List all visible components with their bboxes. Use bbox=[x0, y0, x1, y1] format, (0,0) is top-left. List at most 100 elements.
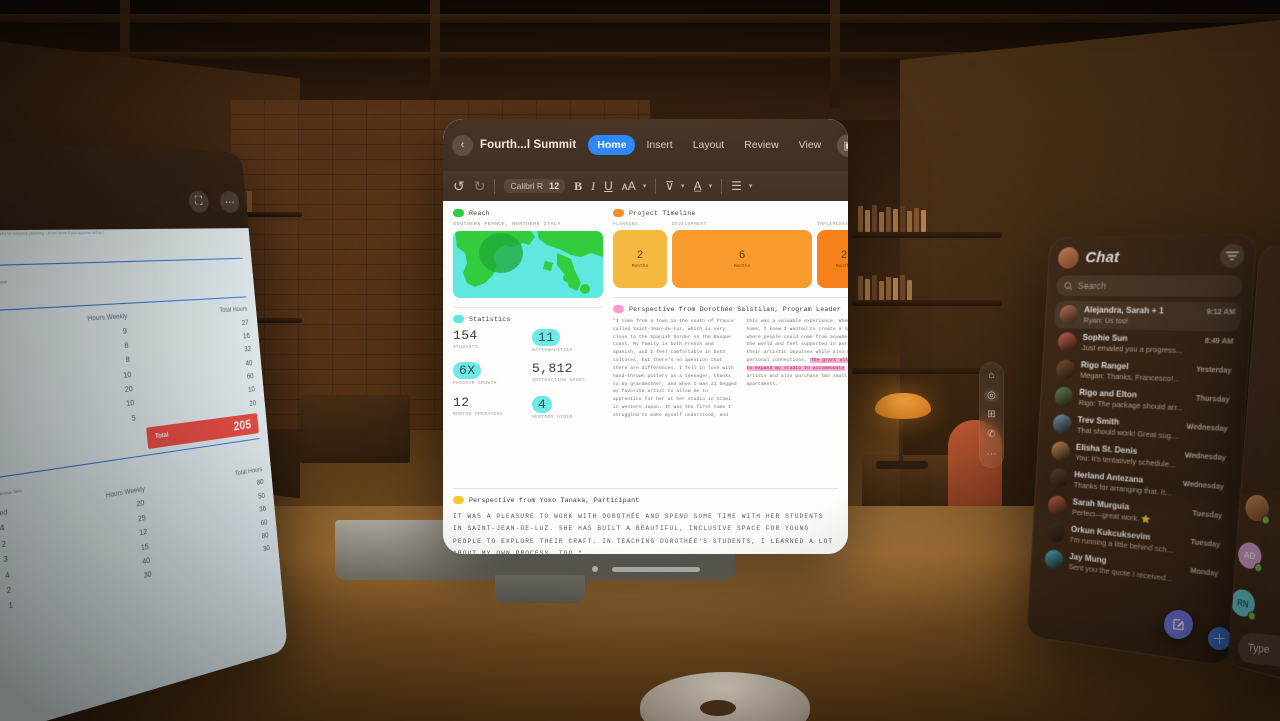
conversation-list[interactable]: Alejandra, Sarah + 1 Ryan: Us too! 9:12 AM… bbox=[1040, 300, 1242, 594]
reach-map bbox=[453, 231, 603, 298]
camera-icon[interactable]: ◎ bbox=[984, 388, 999, 402]
reach-dot-icon bbox=[453, 209, 464, 217]
phone-icon[interactable]: ✆ bbox=[984, 428, 999, 441]
document-window[interactable]: ‹ Fourth...l Summit Home Insert Layout R… bbox=[443, 119, 848, 554]
redo-button[interactable]: ↻ bbox=[474, 178, 486, 195]
chevron-down-icon[interactable]: ▾ bbox=[643, 182, 647, 190]
divider bbox=[613, 297, 848, 298]
search-input[interactable]: Search bbox=[1056, 275, 1244, 298]
divider bbox=[453, 488, 838, 489]
ceiling-beam bbox=[830, 0, 840, 108]
text-style-icon[interactable]: ᴀA bbox=[622, 179, 636, 193]
undo-button[interactable]: ↺ bbox=[453, 178, 465, 195]
statistics-dot-icon bbox=[453, 315, 464, 323]
lamp-stem bbox=[899, 415, 903, 463]
font-selector[interactable]: Calibri R 12 bbox=[504, 179, 566, 193]
leader-perspective-header: Perspective from Dorothée Salstilan, Pro… bbox=[613, 305, 848, 313]
online-badge bbox=[1247, 610, 1257, 622]
home-icon[interactable]: ⌂ bbox=[984, 369, 999, 382]
avatar bbox=[1047, 495, 1068, 516]
leader-quote: "I come from a town in the south of Fran… bbox=[613, 318, 848, 420]
more-options-icon[interactable]: ⋯ bbox=[219, 191, 241, 213]
avatar-ad[interactable]: AD bbox=[1237, 540, 1263, 573]
collaborate-icon[interactable]: ⛶ bbox=[187, 190, 210, 213]
chevron-down-icon[interactable]: ▾ bbox=[681, 182, 685, 190]
monitor-stand bbox=[495, 575, 585, 603]
avatar bbox=[1046, 522, 1066, 544]
window-actions[interactable]: ▣ ⧉ bbox=[837, 133, 848, 157]
more-icon[interactable]: ⋯ bbox=[984, 448, 999, 461]
drag-bar[interactable] bbox=[611, 566, 700, 572]
phase-label: DEVELOPMENT bbox=[672, 222, 707, 227]
avatar-initials: RN bbox=[1236, 596, 1250, 610]
participant-dot-icon bbox=[453, 496, 464, 504]
ceiling-beam bbox=[0, 14, 1280, 23]
books bbox=[858, 274, 912, 300]
participant-quote-body: IT WAS A PLEASURE TO WORK WITH DOROTHÉE … bbox=[453, 513, 834, 554]
tab-view[interactable]: View bbox=[790, 135, 831, 155]
stat-value: 12 bbox=[453, 394, 470, 410]
apps-icon[interactable]: ⊞ bbox=[984, 409, 999, 422]
participant-perspective-title: Perspective from Yoko Tanaka, Participan… bbox=[469, 496, 640, 504]
tab-home[interactable]: Home bbox=[588, 135, 636, 155]
spreadsheet-grid[interactable]: L M N O ALEJANDRA: UPDATED 6/3 Here is a… bbox=[0, 228, 288, 721]
search-placeholder: Search bbox=[1077, 280, 1107, 292]
participant-perspective-header: Perspective from Yoko Tanaka, Participan… bbox=[453, 496, 838, 504]
phase-label: PLANNING bbox=[613, 222, 639, 227]
toolbar-divider bbox=[494, 178, 496, 194]
chat-window[interactable]: Chat Search Alejandra, Sarah + 1 Ryan: Us… bbox=[1026, 233, 1258, 668]
document-canvas[interactable]: Reach SOUTHERN FRANCE, NORTHERN ITALY St… bbox=[443, 201, 848, 554]
add-window-icon[interactable]: ▣ bbox=[837, 133, 848, 157]
quote-column-right: this was a valuable experience. When I c… bbox=[746, 318, 848, 420]
stat-label: MONTHS OPERATING bbox=[453, 411, 504, 417]
conversation-time: Monday bbox=[1190, 567, 1219, 579]
tab-review[interactable]: Review bbox=[735, 135, 787, 155]
document-toolbar[interactable]: ↺ ↻ Calibri R 12 B I U ᴀA ▾ ⊽ ▾ A̲ ▾ ☰ ▾ bbox=[443, 171, 848, 201]
avatar-photo[interactable] bbox=[1244, 493, 1271, 526]
timeline-section-header: Project Timeline bbox=[613, 209, 848, 217]
tab-layout[interactable]: Layout bbox=[684, 135, 734, 155]
doc-left-column: Reach SOUTHERN FRANCE, NORTHERN ITALY St… bbox=[453, 209, 603, 421]
timeline-title: Project Timeline bbox=[629, 209, 696, 217]
chevron-left-icon[interactable]: ‹ bbox=[452, 134, 473, 156]
statistics-title: Statistics bbox=[469, 315, 511, 323]
list-icon[interactable]: ☰ bbox=[731, 179, 742, 193]
avatar[interactable] bbox=[1057, 246, 1080, 269]
bold-button[interactable]: B bbox=[574, 179, 582, 194]
highlighter-icon[interactable]: ⊽ bbox=[665, 179, 674, 193]
cell-weeks: 1 bbox=[8, 601, 14, 611]
filter-icon[interactable] bbox=[1219, 243, 1246, 268]
stat-label: STUDENTS bbox=[453, 345, 479, 350]
conversation-time: Yesterday bbox=[1195, 366, 1232, 376]
app-dock[interactable]: ⌂ ◎ ⊞ ✆ ⋯ bbox=[979, 362, 1004, 468]
avatar bbox=[1044, 549, 1064, 571]
spreadsheet-window[interactable]: Review View A̲ ▾ ≡ ▾ ¶ ▾ ▣ ⇥ ⛶ ⋯ L M N bbox=[0, 129, 288, 721]
type-placeholder: Type bbox=[1247, 641, 1270, 657]
sheet-note: Here is a mock-up of a new template we c… bbox=[0, 228, 105, 237]
total-value: 205 bbox=[232, 417, 252, 434]
compose-icon bbox=[1172, 618, 1184, 631]
ribbon-tabs[interactable]: Home Insert Layout Review View bbox=[588, 135, 830, 155]
underline-button[interactable]: U bbox=[604, 179, 613, 193]
chevron-down-icon[interactable]: ▾ bbox=[709, 182, 713, 190]
conversation-item[interactable]: Alejandra, Sarah + 1 Ryan: Us too! 9:12 AM bbox=[1054, 300, 1242, 332]
toolbar-divider bbox=[721, 178, 723, 194]
spreadsheet-toolbar[interactable]: A̲ ▾ ≡ ▾ ¶ ▾ ▣ ⇥ ⛶ ⋯ bbox=[0, 183, 241, 213]
online-badge bbox=[1253, 562, 1263, 573]
avatar-rn[interactable]: RN bbox=[1230, 587, 1257, 622]
statistics-grid: 154 STUDENTS 11 NATIONALITIES 6X PROGRAM GROW… bbox=[453, 328, 603, 421]
window-resize-handle[interactable] bbox=[443, 562, 848, 576]
phase-box: 2Months bbox=[613, 230, 667, 288]
filter-glyph bbox=[1225, 251, 1240, 261]
close-dot-icon[interactable] bbox=[591, 566, 598, 572]
italic-button[interactable]: I bbox=[591, 179, 595, 194]
chat-title: Chat bbox=[1084, 248, 1120, 266]
conversation-time: Wednesday bbox=[1184, 452, 1227, 463]
chevron-down-icon[interactable]: ▾ bbox=[749, 182, 753, 190]
tab-insert[interactable]: Insert bbox=[637, 135, 681, 155]
font-color-icon[interactable]: A̲ bbox=[694, 179, 702, 193]
phase-label: IMPLEMENTATION bbox=[817, 222, 848, 227]
ceiling-beam bbox=[430, 0, 440, 108]
stat-label: PROGRAM GROWTH bbox=[453, 381, 497, 387]
reach-title: Reach bbox=[469, 209, 490, 217]
